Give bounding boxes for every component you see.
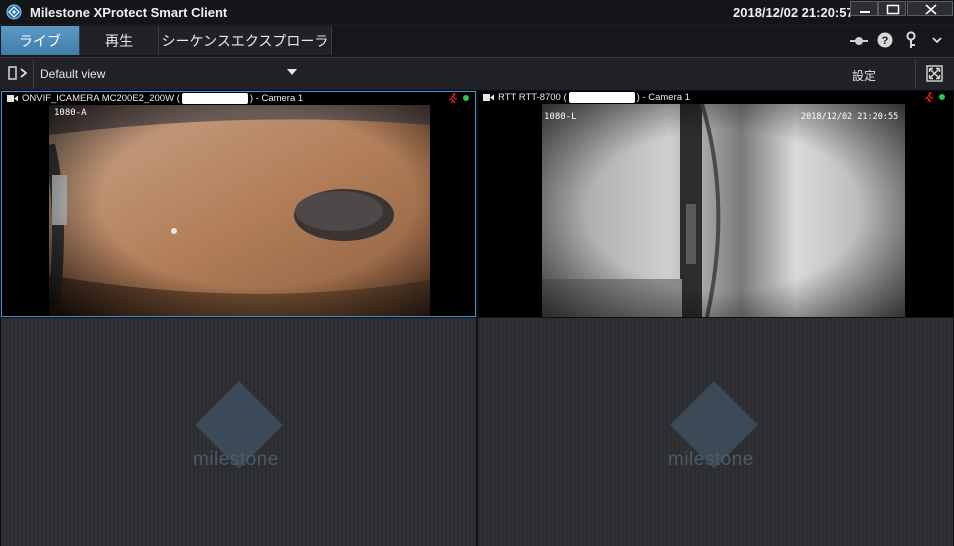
title-bar: Milestone XProtect Smart Client 2018/12/… [0, 0, 954, 24]
camera-view-grid: ONVIF_ICAMERA MC200E2_200W () - Camera 1 [0, 90, 954, 546]
toolbar-divider [915, 60, 916, 88]
minimize-button[interactable] [850, 1, 878, 16]
close-button[interactable] [907, 1, 953, 16]
camera-tile-rtt[interactable]: RTT RTT-8700 () - Camera 1 1080-L 2018/1… [478, 91, 953, 317]
camera-name: ONVIF_ICAMERA MC200E2_200W () - Camera 1 [22, 93, 304, 105]
camera-online-indicator [939, 94, 945, 100]
motion-detected-icon [924, 92, 933, 103]
help-icon[interactable]: ? [876, 31, 894, 49]
connection-status-icon[interactable] [850, 32, 868, 50]
minimize-icon [860, 11, 870, 13]
milestone-app-icon [6, 4, 22, 20]
tab-sequence-explorer[interactable]: シーケンスエクスプローラ [159, 26, 332, 55]
tab-playback[interactable]: 再生 [80, 26, 159, 55]
camera-feed-image [49, 105, 430, 316]
workspace-tab-bar: ライブ 再生 シーケンスエクスプローラ ? [0, 25, 954, 56]
empty-view-slot[interactable]: milestone [1, 318, 476, 546]
dropdown-caret-icon [287, 69, 297, 75]
milestone-logo-text: milestone [193, 449, 279, 470]
settings-button[interactable]: 設定 [852, 67, 876, 84]
tab-live[interactable]: ライブ [1, 26, 80, 55]
camera-title-bar: ONVIF_ICAMERA MC200E2_200W () - Camera 1 [2, 92, 475, 105]
camera-tile-onvif[interactable]: ONVIF_ICAMERA MC200E2_200W () - Camera 1 [1, 91, 476, 317]
osd-timestamp: 2018/12/02 21:20:55 [801, 112, 899, 122]
view-name: Default view [40, 67, 106, 81]
redacted-ip [181, 93, 248, 104]
camera-feed-image [542, 104, 905, 317]
chevron-down-icon[interactable] [928, 31, 946, 49]
video-camera-icon [483, 94, 494, 101]
maximize-icon [886, 4, 900, 15]
camera-online-indicator [463, 95, 469, 101]
empty-view-slot[interactable]: milestone [478, 318, 953, 546]
window-title: Milestone XProtect Smart Client [30, 5, 228, 20]
clock-datetime: 2018/12/02 21:20:57 [733, 5, 854, 20]
view-selector[interactable]: Default view [34, 58, 304, 89]
view-toolbar: Default view 設定 [0, 57, 954, 89]
key-icon[interactable] [902, 31, 920, 49]
camera-name: RTT RTT-8700 () - Camera 1 [498, 92, 690, 104]
svg-text:?: ? [882, 35, 889, 47]
maximize-button[interactable] [878, 1, 906, 16]
camera-title-bar: RTT RTT-8700 () - Camera 1 [478, 91, 953, 104]
redacted-ip [568, 92, 635, 103]
close-icon [925, 4, 937, 15]
osd-resolution-label: 1080-L [544, 112, 577, 122]
video-camera-icon [7, 95, 18, 102]
osd-resolution-label: 1080-A [54, 108, 87, 118]
fullscreen-icon[interactable] [926, 65, 943, 82]
panel-toggle-icon[interactable] [8, 65, 30, 81]
motion-detected-icon [448, 93, 457, 104]
milestone-logo-text: milestone [668, 449, 754, 470]
